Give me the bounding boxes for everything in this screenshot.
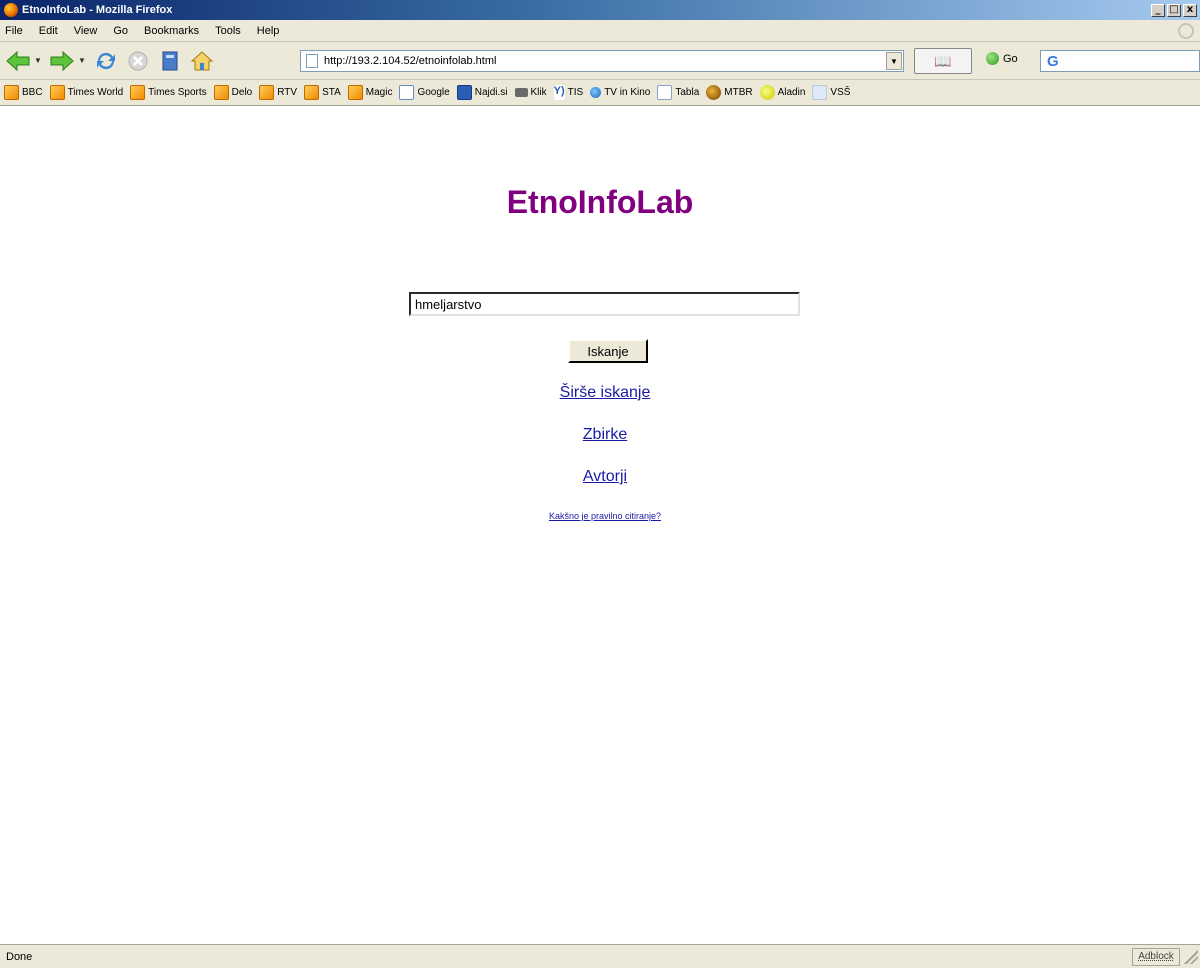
menu-edit[interactable]: Edit bbox=[31, 25, 66, 37]
bookmark-mtbr[interactable]: MTBR bbox=[706, 85, 753, 100]
reload-icon bbox=[97, 52, 115, 69]
collections-link[interactable]: Zbirke bbox=[0, 426, 1200, 444]
reload-button[interactable] bbox=[92, 47, 120, 75]
home-button[interactable] bbox=[188, 47, 216, 75]
menu-view[interactable]: View bbox=[66, 25, 106, 37]
menu-file[interactable]: File bbox=[0, 25, 31, 37]
citation-help-link[interactable]: Kakšno je pravilno citiranje? bbox=[0, 511, 1200, 521]
tv-icon bbox=[590, 87, 602, 98]
rss-feed-icon bbox=[259, 85, 275, 100]
page-favicon-icon bbox=[306, 54, 318, 68]
menu-tools[interactable]: Tools bbox=[207, 25, 249, 37]
adblock-status-button[interactable]: Adblock bbox=[1132, 947, 1180, 966]
search-button[interactable]: Iskanje bbox=[568, 339, 648, 363]
bookmark-book-icon bbox=[162, 51, 178, 70]
bookmark-bbc[interactable]: BBC bbox=[4, 85, 43, 100]
navigation-toolbar: ▼ ▼ http://193.2.104.52/etnoinfolab.html bbox=[0, 42, 1200, 80]
broader-search-link[interactable]: Širše iskanje bbox=[0, 384, 1200, 402]
menu-bar: File Edit View Go Bookmarks Tools Help bbox=[0, 20, 1200, 42]
tis-icon: Y) bbox=[553, 85, 565, 100]
bookmark-najdi[interactable]: Najdi.si bbox=[456, 85, 508, 100]
rss-feed-icon bbox=[4, 85, 19, 100]
rss-feed-icon bbox=[213, 85, 229, 100]
bookmark-tabla[interactable]: Tabla bbox=[657, 85, 699, 100]
back-button[interactable] bbox=[4, 47, 32, 75]
resize-grip-icon[interactable] bbox=[1184, 949, 1198, 964]
rss-feed-icon bbox=[49, 85, 65, 100]
bookmarks-toolbar: BBC Times World Times Sports Delo RTV ST… bbox=[0, 80, 1200, 106]
rss-feed-icon bbox=[130, 85, 146, 100]
bookmark-aladin[interactable]: Aladin bbox=[759, 85, 805, 100]
bookmark-tv-in-kino[interactable]: TV in Kino bbox=[590, 87, 650, 98]
search-box[interactable]: G bbox=[1040, 50, 1200, 72]
bookmark-rtv[interactable]: RTV bbox=[259, 85, 297, 100]
page-content: EtnoInfoLab Iskanje Širše iskanje Zbirke… bbox=[0, 106, 1200, 940]
status-text: Done bbox=[6, 950, 33, 963]
menu-help[interactable]: Help bbox=[249, 25, 288, 37]
close-button[interactable]: x bbox=[1183, 3, 1197, 17]
bookmark-times-sports[interactable]: Times Sports bbox=[130, 85, 207, 100]
google-search-icon: G bbox=[1047, 52, 1059, 70]
minimize-button[interactable]: _ bbox=[1151, 3, 1165, 17]
menu-go[interactable]: Go bbox=[105, 25, 136, 37]
page-icon bbox=[657, 85, 673, 100]
activity-throbber-icon bbox=[1178, 23, 1194, 39]
aladin-icon bbox=[759, 85, 775, 100]
bookmark-sta[interactable]: STA bbox=[304, 85, 341, 100]
forward-arrow-icon bbox=[50, 50, 74, 71]
bookmark-klik[interactable]: Klik bbox=[514, 87, 547, 98]
address-dropdown-icon[interactable]: ▼ bbox=[886, 52, 902, 70]
google-icon bbox=[399, 85, 415, 100]
rss-feed-icon bbox=[304, 85, 320, 100]
window-title: EtnoInfoLab - Mozilla Firefox bbox=[22, 4, 173, 16]
firefox-icon bbox=[4, 3, 18, 17]
stop-icon bbox=[128, 51, 148, 70]
go-icon bbox=[986, 52, 999, 65]
forward-dropdown-icon[interactable]: ▼ bbox=[76, 56, 88, 65]
bookmark-google[interactable]: Google bbox=[399, 85, 450, 100]
rss-feed-icon bbox=[347, 85, 363, 100]
page-title: EtnoInfoLab bbox=[506, 184, 694, 220]
status-bar: Done Adblock bbox=[0, 944, 1200, 968]
bookmark-sidebar-button[interactable] bbox=[156, 47, 184, 75]
back-arrow-icon bbox=[6, 50, 30, 71]
bookmark-delo[interactable]: Delo bbox=[213, 85, 252, 100]
maximize-button[interactable]: □ bbox=[1167, 3, 1181, 17]
address-input[interactable]: http://193.2.104.52/etnoinfolab.html bbox=[324, 55, 886, 67]
mtbr-icon bbox=[706, 85, 722, 100]
vss-icon bbox=[812, 85, 828, 100]
home-icon bbox=[190, 50, 214, 70]
klik-icon bbox=[514, 88, 528, 97]
window-titlebar: EtnoInfoLab - Mozilla Firefox _ □ x bbox=[0, 0, 1200, 20]
bookmark-magic[interactable]: Magic bbox=[347, 85, 392, 100]
window-controls: _ □ x bbox=[1151, 3, 1197, 17]
forward-button[interactable] bbox=[48, 47, 76, 75]
back-dropdown-icon[interactable]: ▼ bbox=[32, 56, 44, 65]
bookmark-tis[interactable]: Y) TIS bbox=[553, 85, 583, 100]
reading-book-icon[interactable]: 📖 bbox=[914, 48, 972, 74]
stop-button[interactable] bbox=[124, 47, 152, 75]
najdi-icon bbox=[456, 85, 472, 100]
search-input[interactable] bbox=[409, 292, 800, 316]
bookmark-vss[interactable]: VSŠ bbox=[812, 85, 850, 100]
menu-bookmarks[interactable]: Bookmarks bbox=[136, 25, 207, 37]
authors-link[interactable]: Avtorji bbox=[0, 468, 1200, 486]
bookmark-times-world[interactable]: Times World bbox=[49, 85, 123, 100]
go-button[interactable]: Go bbox=[986, 52, 1018, 65]
address-bar[interactable]: http://193.2.104.52/etnoinfolab.html ▼ bbox=[300, 50, 904, 72]
go-label: Go bbox=[1003, 52, 1018, 65]
